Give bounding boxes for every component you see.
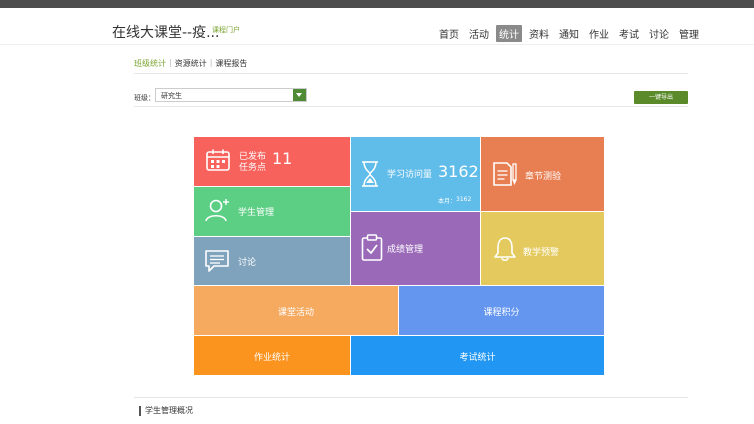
nav-item-statistics[interactable]: 统计: [496, 25, 522, 42]
nav-item-exams[interactable]: 考试: [616, 25, 642, 42]
tasks-count: 11: [272, 149, 293, 168]
tasks-label-line2: 任务点: [239, 163, 267, 173]
visits-month-label: 本月：: [438, 198, 457, 205]
grades-label: 成绩管理: [387, 245, 424, 255]
tab-class-stats[interactable]: 班级统计: [134, 58, 169, 73]
hourglass-icon: [361, 161, 379, 187]
calendar-icon: [206, 149, 230, 171]
main-nav: 首页 活动 统计 资料 通知 作业 考试 讨论 管理: [436, 25, 702, 42]
tab-resource-stats[interactable]: 资源统计: [175, 58, 210, 73]
chat-icon: [204, 249, 230, 273]
nav-item-management[interactable]: 管理: [676, 25, 702, 42]
section-divider: [134, 397, 688, 398]
top-bar: [0, 0, 754, 8]
stats-subtabs: 班级统计 | 资源统计 | 课程报告: [134, 58, 688, 74]
tile-exam-stats[interactable]: 考试统计: [351, 336, 604, 375]
clipboard-check-icon: [361, 234, 383, 262]
nav-item-homework[interactable]: 作业: [586, 25, 612, 42]
nav-item-materials[interactable]: 资料: [526, 25, 552, 42]
divider: [134, 106, 688, 107]
document-pen-icon: [492, 161, 518, 187]
visits-label: 学习访问量: [387, 170, 433, 180]
user-add-icon: [205, 198, 231, 222]
section-heading: 学生管理概况: [145, 406, 193, 415]
discussion-label: 讨论: [238, 258, 257, 268]
visits-month-count: 3162: [456, 196, 472, 203]
tile-class-activity[interactable]: 课堂活动: [194, 286, 398, 335]
nav-item-home[interactable]: 首页: [436, 25, 462, 42]
visits-count: 3162: [438, 162, 479, 181]
exam-stats-label: 考试统计: [459, 353, 496, 363]
course-points-label: 课程积分: [483, 308, 520, 318]
tile-grade-management[interactable]: 成绩管理: [351, 212, 480, 285]
export-button[interactable]: 一键导出: [634, 91, 688, 104]
tile-student-management[interactable]: 学生管理: [194, 187, 350, 236]
course-title: 在线大课堂--疫...: [112, 25, 220, 41]
quiz-label: 章节测验: [525, 172, 562, 182]
tile-discussion[interactable]: 讨论: [194, 237, 350, 285]
nav-item-activities[interactable]: 活动: [466, 25, 492, 42]
class-label: 班级：: [134, 94, 155, 102]
course-portal-link[interactable]: 课程门户: [212, 25, 240, 35]
warning-label: 教学预警: [523, 248, 560, 258]
page-header: 在线大课堂--疫... 课程门户 首页 活动 统计 资料 通知 作业 考试 讨论…: [0, 8, 754, 45]
bell-icon: [493, 236, 517, 262]
class-select[interactable]: 研究生: [155, 88, 307, 102]
section-marker: [139, 406, 141, 416]
tile-study-visits[interactable]: 学习访问量 3162 本月： 3162: [351, 137, 480, 211]
tile-chapter-quiz[interactable]: 章节测验: [481, 137, 604, 211]
tab-course-report[interactable]: 课程报告: [215, 58, 250, 73]
students-label: 学生管理: [238, 208, 275, 218]
homework-stats-label: 作业统计: [253, 353, 290, 363]
tile-course-points[interactable]: 课程积分: [399, 286, 604, 335]
nav-item-notices[interactable]: 通知: [556, 25, 582, 42]
tile-homework-stats[interactable]: 作业统计: [194, 336, 350, 375]
tile-teaching-warning[interactable]: 教学预警: [481, 212, 604, 285]
nav-item-discussion[interactable]: 讨论: [646, 25, 672, 42]
chevron-down-icon[interactable]: [293, 89, 306, 101]
class-select-value: 研究生: [161, 92, 182, 100]
class-activity-label: 课堂活动: [277, 308, 314, 318]
tile-published-tasks[interactable]: 已发布 任务点 11: [194, 137, 350, 186]
